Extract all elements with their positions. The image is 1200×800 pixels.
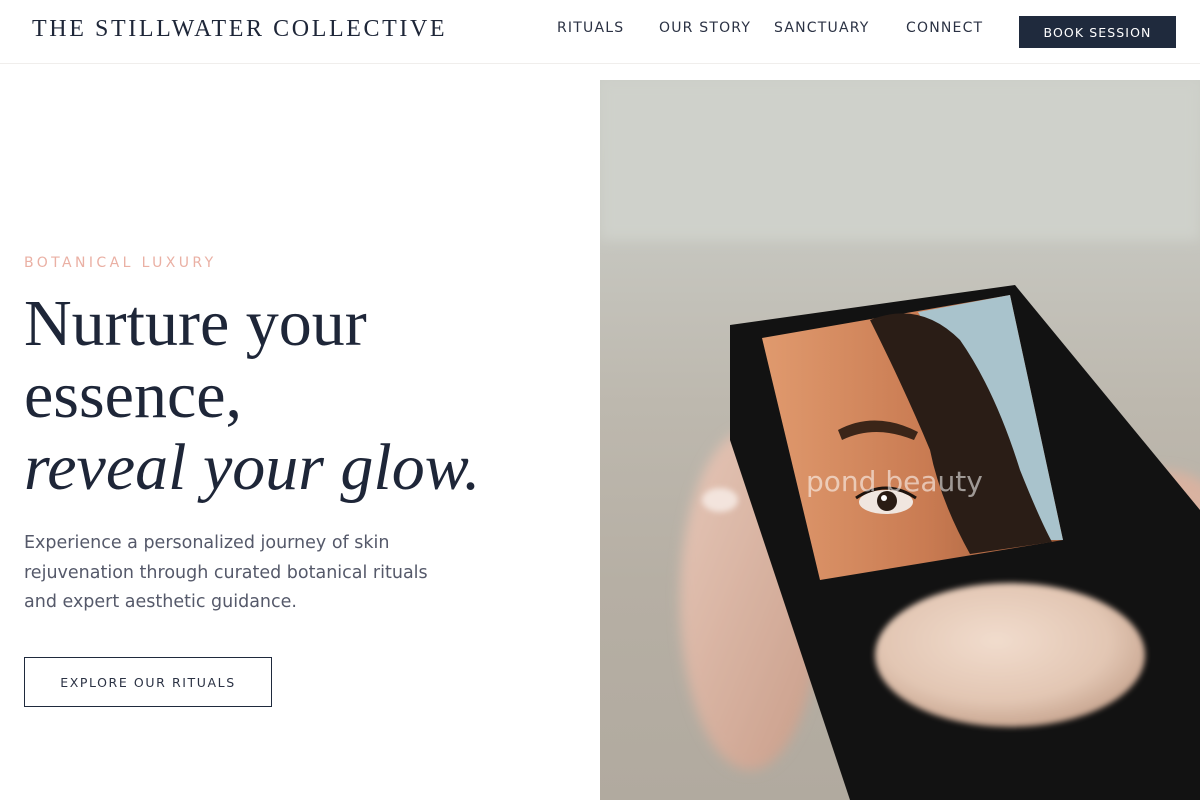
hero-eyebrow: BOTANICAL LUXURY bbox=[24, 255, 217, 271]
hero-headline: Nurture your essence, reveal your glow. bbox=[24, 288, 584, 504]
headline-line-3: reveal your glow. bbox=[24, 431, 481, 504]
hero-image: pond beauty bbox=[600, 80, 1200, 800]
book-session-button[interactable]: BOOK SESSION bbox=[1019, 16, 1176, 48]
nav-item-our-story[interactable]: OUR STORY bbox=[659, 20, 751, 36]
headline-line-2: essence, bbox=[24, 359, 243, 432]
compact-mirror-photo bbox=[600, 80, 1200, 800]
hero-description: Experience a personalized journey of ski… bbox=[24, 533, 428, 612]
nav-item-connect[interactable]: CONNECT bbox=[906, 20, 983, 36]
nav-item-sanctuary[interactable]: SANCTUARY bbox=[774, 20, 870, 36]
site-header: THE STILLWATER COLLECTIVE RITUALS OUR ST… bbox=[0, 0, 1200, 64]
nav-item-rituals[interactable]: RITUALS bbox=[557, 20, 624, 36]
explore-rituals-button[interactable]: EXPLORE OUR RITUALS bbox=[24, 657, 272, 707]
brand-logo[interactable]: THE STILLWATER COLLECTIVE bbox=[32, 16, 447, 43]
headline-line-1: Nurture your bbox=[24, 287, 367, 360]
image-watermark: pond beauty bbox=[806, 465, 983, 498]
